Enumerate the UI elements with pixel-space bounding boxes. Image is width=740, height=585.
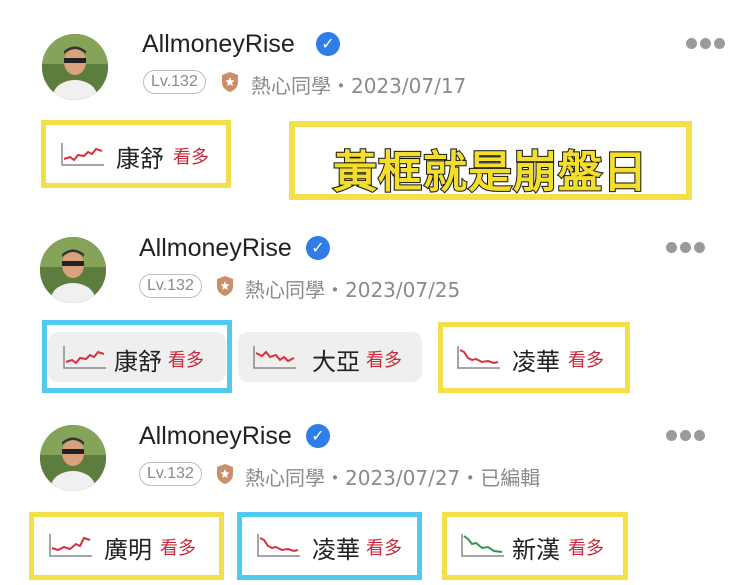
trend-chart-icon bbox=[461, 534, 504, 557]
stock-chip[interactable]: 新漢 看多 bbox=[446, 520, 624, 570]
separator: ・ bbox=[331, 74, 351, 98]
trend-chart-icon bbox=[49, 534, 92, 557]
stock-chip[interactable]: 康舒 看多 bbox=[48, 332, 226, 382]
stock-chip[interactable]: 凌華 看多 bbox=[242, 520, 417, 570]
avatar[interactable] bbox=[40, 425, 106, 491]
author-name[interactable]: AllmoneyRise bbox=[139, 422, 292, 451]
separator: ・ bbox=[325, 466, 345, 490]
user-title: 熱心同學 bbox=[245, 466, 325, 490]
stock-name: 凌華 bbox=[512, 348, 560, 376]
edited-label: 已編輯 bbox=[480, 466, 541, 490]
post-date: 2023/07/27 bbox=[345, 466, 461, 490]
avatar-photo bbox=[40, 237, 106, 303]
stance-label: 看多 bbox=[160, 538, 196, 559]
shield-badge-icon bbox=[217, 464, 233, 484]
avatar[interactable] bbox=[42, 34, 108, 100]
stock-name: 大亞 bbox=[312, 348, 360, 376]
trend-chart-icon bbox=[457, 346, 500, 369]
post-meta: 熱心同學・2023/07/25 bbox=[245, 274, 460, 303]
post-3: AllmoneyRise ✓ Lv.132 熱心同學・2023/07/27・已編… bbox=[0, 400, 740, 585]
stock-name: 康舒 bbox=[114, 348, 162, 376]
stock-name: 康舒 bbox=[116, 145, 164, 173]
stock-chip[interactable]: 康舒 看多 bbox=[46, 129, 226, 179]
user-title: 熱心同學 bbox=[251, 74, 331, 98]
more-options-icon[interactable] bbox=[666, 430, 706, 442]
annotation-text: 黃框就是崩盤日 bbox=[332, 146, 648, 199]
avatar-photo bbox=[42, 34, 108, 100]
user-title: 熱心同學 bbox=[245, 278, 325, 302]
stock-chip[interactable]: 大亞 看多 bbox=[238, 332, 422, 382]
stock-name: 廣明 bbox=[104, 536, 152, 564]
post-date: 2023/07/17 bbox=[351, 74, 467, 98]
verified-icon: ✓ bbox=[306, 236, 330, 260]
verified-icon: ✓ bbox=[306, 424, 330, 448]
author-name[interactable]: AllmoneyRise bbox=[142, 30, 295, 59]
stance-label: 看多 bbox=[366, 538, 402, 559]
trend-chart-icon bbox=[253, 346, 296, 369]
trend-chart-icon bbox=[61, 143, 104, 166]
avatar-photo bbox=[40, 425, 106, 491]
trend-chart-icon bbox=[257, 534, 300, 557]
post-date: 2023/07/25 bbox=[345, 278, 461, 302]
trend-chart-icon bbox=[63, 346, 106, 369]
level-badge: Lv.132 bbox=[143, 70, 206, 94]
annotation-banner: 黃框就是崩盤日 bbox=[289, 121, 692, 200]
shield-badge-icon bbox=[222, 72, 238, 92]
stock-name: 新漢 bbox=[512, 536, 560, 564]
verified-icon: ✓ bbox=[316, 32, 340, 56]
level-badge: Lv.132 bbox=[139, 462, 202, 486]
shield-badge-icon bbox=[217, 276, 233, 296]
post-meta: 熱心同學・2023/07/27・已編輯 bbox=[245, 462, 540, 491]
stance-label: 看多 bbox=[173, 147, 209, 168]
stock-chip[interactable]: 廣明 看多 bbox=[34, 520, 218, 570]
level-badge: Lv.132 bbox=[139, 274, 202, 298]
stance-label: 看多 bbox=[168, 350, 204, 371]
post-2: AllmoneyRise ✓ Lv.132 熱心同學・2023/07/25 康舒… bbox=[0, 210, 740, 400]
stock-name: 凌華 bbox=[312, 536, 360, 564]
author-name[interactable]: AllmoneyRise bbox=[139, 234, 292, 263]
separator: ・ bbox=[325, 278, 345, 302]
more-options-icon[interactable] bbox=[686, 38, 726, 50]
stance-label: 看多 bbox=[366, 350, 402, 371]
avatar[interactable] bbox=[40, 237, 106, 303]
stock-chip[interactable]: 凌華 看多 bbox=[442, 332, 626, 382]
more-options-icon[interactable] bbox=[666, 242, 706, 254]
stance-label: 看多 bbox=[568, 350, 604, 371]
post-meta: 熱心同學・2023/07/17 bbox=[251, 70, 466, 99]
stance-label: 看多 bbox=[568, 538, 604, 559]
separator: ・ bbox=[460, 466, 481, 490]
